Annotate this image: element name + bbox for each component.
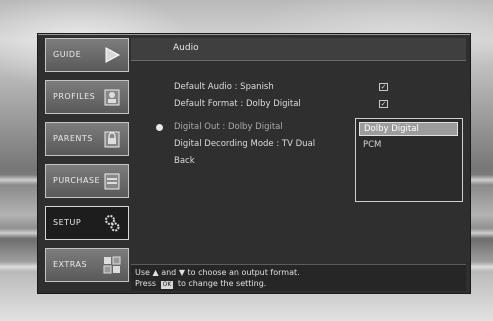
purchase-card-icon: [104, 173, 120, 190]
extras-grid-icon: [103, 256, 121, 274]
setting-digital-out[interactable]: Digital Out : Dolby Digital: [174, 122, 283, 132]
selection-bullet-icon: [156, 124, 163, 131]
section-header: Audio: [131, 38, 466, 61]
side-tabs: GUIDE PROFILES PARENTS PURCHASE SETUP EX…: [42, 36, 130, 290]
option-pcm[interactable]: PCM: [359, 138, 458, 152]
help-line-2: Press OK to change the setting.: [135, 278, 266, 289]
up-arrow-icon: ▲: [152, 268, 159, 277]
help-text: Use: [135, 268, 150, 277]
ok-key-icon: OK: [160, 281, 174, 289]
format-dropdown[interactable]: Dolby Digital PCM: [355, 118, 463, 202]
option-dolby-digital[interactable]: Dolby Digital: [359, 122, 458, 136]
tab-label: PARENTS: [53, 134, 93, 143]
help-text: to change the setting.: [177, 279, 267, 288]
help-text: Press: [135, 279, 157, 288]
help-bar: Use ▲ and ▼ to choose an output format. …: [131, 264, 466, 291]
tab-guide[interactable]: GUIDE: [45, 38, 129, 72]
help-text: to choose an output format.: [187, 268, 300, 277]
tab-profiles[interactable]: PROFILES: [45, 80, 129, 114]
tab-extras[interactable]: EXTRAS: [45, 248, 129, 282]
lock-card-icon: [104, 131, 120, 148]
tab-label: PROFILES: [53, 92, 96, 101]
help-line-1: Use ▲ and ▼ to choose an output format.: [135, 267, 300, 278]
back-button[interactable]: Back: [174, 156, 195, 166]
settings-gears-icon: [105, 215, 120, 232]
tab-parents[interactable]: PARENTS: [45, 122, 129, 156]
down-arrow-icon: ▼: [178, 268, 185, 277]
tab-purchase[interactable]: PURCHASE: [45, 164, 129, 198]
tab-label: PURCHASE: [53, 176, 101, 185]
arrow-right-icon: [105, 47, 121, 63]
profile-card-icon: [104, 89, 120, 106]
setting-default-format[interactable]: Default Format : Dolby Digital: [174, 99, 301, 109]
tab-label: GUIDE: [53, 50, 82, 59]
checkbox-default-format[interactable]: ✓: [379, 100, 388, 108]
tab-label: EXTRAS: [53, 260, 88, 269]
tab-label: SETUP: [53, 218, 82, 227]
section-title: Audio: [173, 43, 199, 53]
setting-default-audio[interactable]: Default Audio : Spanish: [174, 82, 274, 92]
help-text: and: [161, 268, 177, 277]
checkbox-default-audio[interactable]: ✓: [379, 83, 388, 91]
setting-decoding-mode[interactable]: Digital Decording Mode : TV Dual: [174, 139, 354, 149]
tab-setup[interactable]: SETUP: [45, 206, 129, 240]
